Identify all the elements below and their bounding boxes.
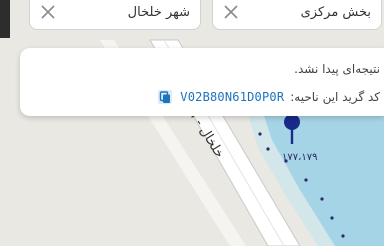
map-dot bbox=[266, 147, 270, 151]
map-canvas[interactable]: خلخال - ا ۱۷۷،۱۷۹ bbox=[0, 0, 384, 246]
close-icon[interactable] bbox=[223, 4, 239, 20]
copy-icon[interactable] bbox=[156, 88, 174, 106]
close-icon[interactable] bbox=[40, 4, 56, 20]
no-result-message: نتیجه‌ای پیدا نشد. bbox=[294, 62, 380, 76]
map-dot bbox=[320, 197, 324, 201]
location-pin-icon[interactable] bbox=[283, 114, 301, 146]
result-card: نتیجه‌ای پیدا نشد. کد گرید این ناحیه: V0… bbox=[20, 48, 384, 116]
coordinate-label: ۱۷۷،۱۷۹ bbox=[282, 152, 318, 163]
district-filter-label: بخش مرکزی bbox=[300, 4, 371, 20]
map-dot bbox=[304, 178, 308, 182]
map-dot bbox=[258, 132, 262, 136]
district-filter-chip[interactable]: بخش مرکزی bbox=[212, 0, 382, 30]
area-code-value[interactable]: V02B80N61D0P0R bbox=[180, 90, 284, 104]
city-filter-label: شهر خلخال bbox=[127, 4, 190, 20]
map-dot bbox=[330, 216, 334, 220]
filter-bar: شهر خلخال بخش مرکزی bbox=[0, 0, 384, 36]
area-code-label: کد گرید این ناحیه: bbox=[290, 90, 380, 104]
city-filter-chip[interactable]: شهر خلخال bbox=[29, 0, 201, 30]
map-dot bbox=[341, 234, 345, 238]
area-code-row: کد گرید این ناحیه: V02B80N61D0P0R bbox=[156, 88, 380, 106]
